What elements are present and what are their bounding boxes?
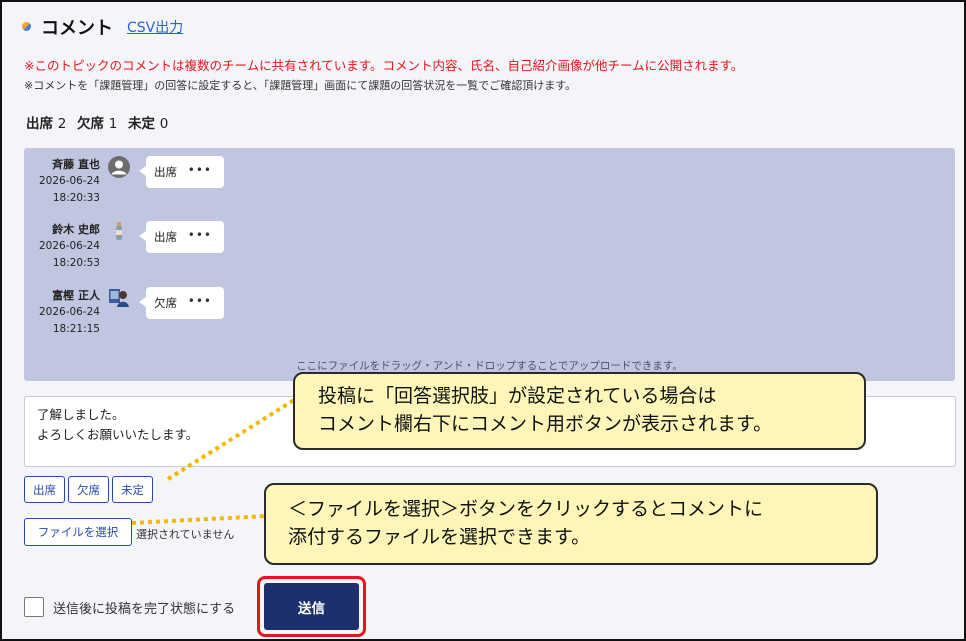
page-title: コメント — [41, 18, 113, 39]
answer-text: 出席 — [154, 165, 177, 179]
comment-item: 斉藤 直也 2026-06-24 18:20:33 出席 ••• — [24, 156, 224, 207]
answer-present-button[interactable]: 出席 — [24, 476, 65, 503]
answer-bubble: 出席 ••• — [139, 221, 224, 253]
absent-count: 1 — [108, 116, 118, 132]
comment-meta: 富樫 正人 2026-06-24 18:21:15 — [24, 287, 100, 338]
comment-meta: 鈴木 史郎 2026-06-24 18:20:53 — [24, 221, 100, 272]
comment-meta: 斉藤 直也 2026-06-24 18:20:33 — [24, 156, 100, 207]
avatar-default-icon — [108, 156, 130, 178]
present-count: 2 — [57, 116, 67, 132]
undecided-count: 0 — [159, 116, 169, 132]
more-options-icon[interactable]: ••• — [188, 228, 212, 242]
answer-text: 出席 — [154, 230, 177, 244]
avatar-bottle-icon — [108, 221, 130, 243]
absent-label: 欠席 — [77, 116, 104, 132]
answer-undecided-button[interactable]: 未定 — [112, 476, 153, 503]
task-management-notice: ※コメントを「課題管理」の回答に設定すると、「課題管理」画面にて課題の回答状況を… — [24, 79, 577, 92]
undecided-label: 未定 — [128, 116, 155, 132]
answer-absent-button[interactable]: 欠席 — [68, 476, 109, 503]
commenter-name: 富樫 正人 — [52, 289, 100, 302]
comment-date: 2026-06-24 — [38, 240, 100, 252]
drop-hint-text: ここにファイルをドラッグ・アンド・ドロップすることでアップロードできます。 — [296, 360, 683, 372]
attendance-summary: 出席 2 欠席 1 未定 0 — [26, 112, 174, 132]
present-label: 出席 — [26, 116, 53, 132]
callout-text-line: 添付するファイルを選択できます。 — [288, 526, 591, 548]
file-drop-zone[interactable]: 斉藤 直也 2026-06-24 18:20:33 出席 ••• 鈴木 史郎 2… — [24, 148, 955, 381]
callout-text-line: ＜ファイルを選択＞ボタンをクリックするとコメントに — [288, 498, 764, 520]
callout-text-line: コメント欄右下にコメント用ボタンが表示されます。 — [318, 413, 773, 435]
complete-checkbox[interactable] — [24, 597, 44, 617]
choose-file-button[interactable]: ファイルを選択 — [24, 518, 132, 546]
csv-export-link[interactable]: CSV出力 — [127, 17, 183, 37]
comment-time: 18:21:15 — [52, 323, 100, 335]
comment-header: コメント CSV出力 — [22, 14, 183, 40]
send-button[interactable]: 送信 — [264, 583, 359, 630]
complete-checkbox-label: 送信後に投稿を完了状態にする — [53, 601, 236, 617]
shared-warning-notice: ※このトピックのコメントは複数のチームに共有されています。コメント内容、氏名、自… — [24, 58, 744, 73]
answer-bubble: 出席 ••• — [139, 156, 224, 188]
connector-line — [131, 514, 268, 525]
callout-text-line: 投稿に「回答選択肢」が設定されている場合は — [318, 385, 717, 407]
commenter-name: 鈴木 史郎 — [52, 223, 100, 236]
answer-buttons-callout: 投稿に「回答選択肢」が設定されている場合は コメント欄右下にコメント用ボタンが表… — [293, 372, 866, 450]
complete-option: 送信後に投稿を完了状態にする — [24, 597, 235, 617]
comment-time: 18:20:33 — [52, 192, 100, 204]
answer-options: 出席 欠席 未定 — [24, 476, 153, 503]
commenter-name: 斉藤 直也 — [52, 158, 100, 171]
comment-item: 富樫 正人 2026-06-24 18:21:15 欠席 ••• — [24, 287, 224, 338]
comment-date: 2026-06-24 — [38, 306, 100, 318]
section-dot-icon — [22, 21, 31, 31]
answer-bubble: 欠席 ••• — [139, 287, 224, 319]
file-status-text: 選択されていません — [136, 528, 235, 541]
comment-item: 鈴木 史郎 2026-06-24 18:20:53 出席 ••• — [24, 221, 224, 272]
comment-date: 2026-06-24 — [38, 175, 100, 187]
more-options-icon[interactable]: ••• — [188, 294, 212, 308]
file-select-callout: ＜ファイルを選択＞ボタンをクリックするとコメントに 添付するファイルを選択できま… — [264, 483, 878, 565]
avatar-worker-icon — [108, 287, 130, 309]
more-options-icon[interactable]: ••• — [188, 163, 212, 177]
comment-panel: コメント CSV出力 ※このトピックのコメントは複数のチームに共有されています。… — [0, 0, 966, 641]
comment-time: 18:20:53 — [52, 257, 100, 269]
answer-text: 欠席 — [154, 296, 177, 310]
